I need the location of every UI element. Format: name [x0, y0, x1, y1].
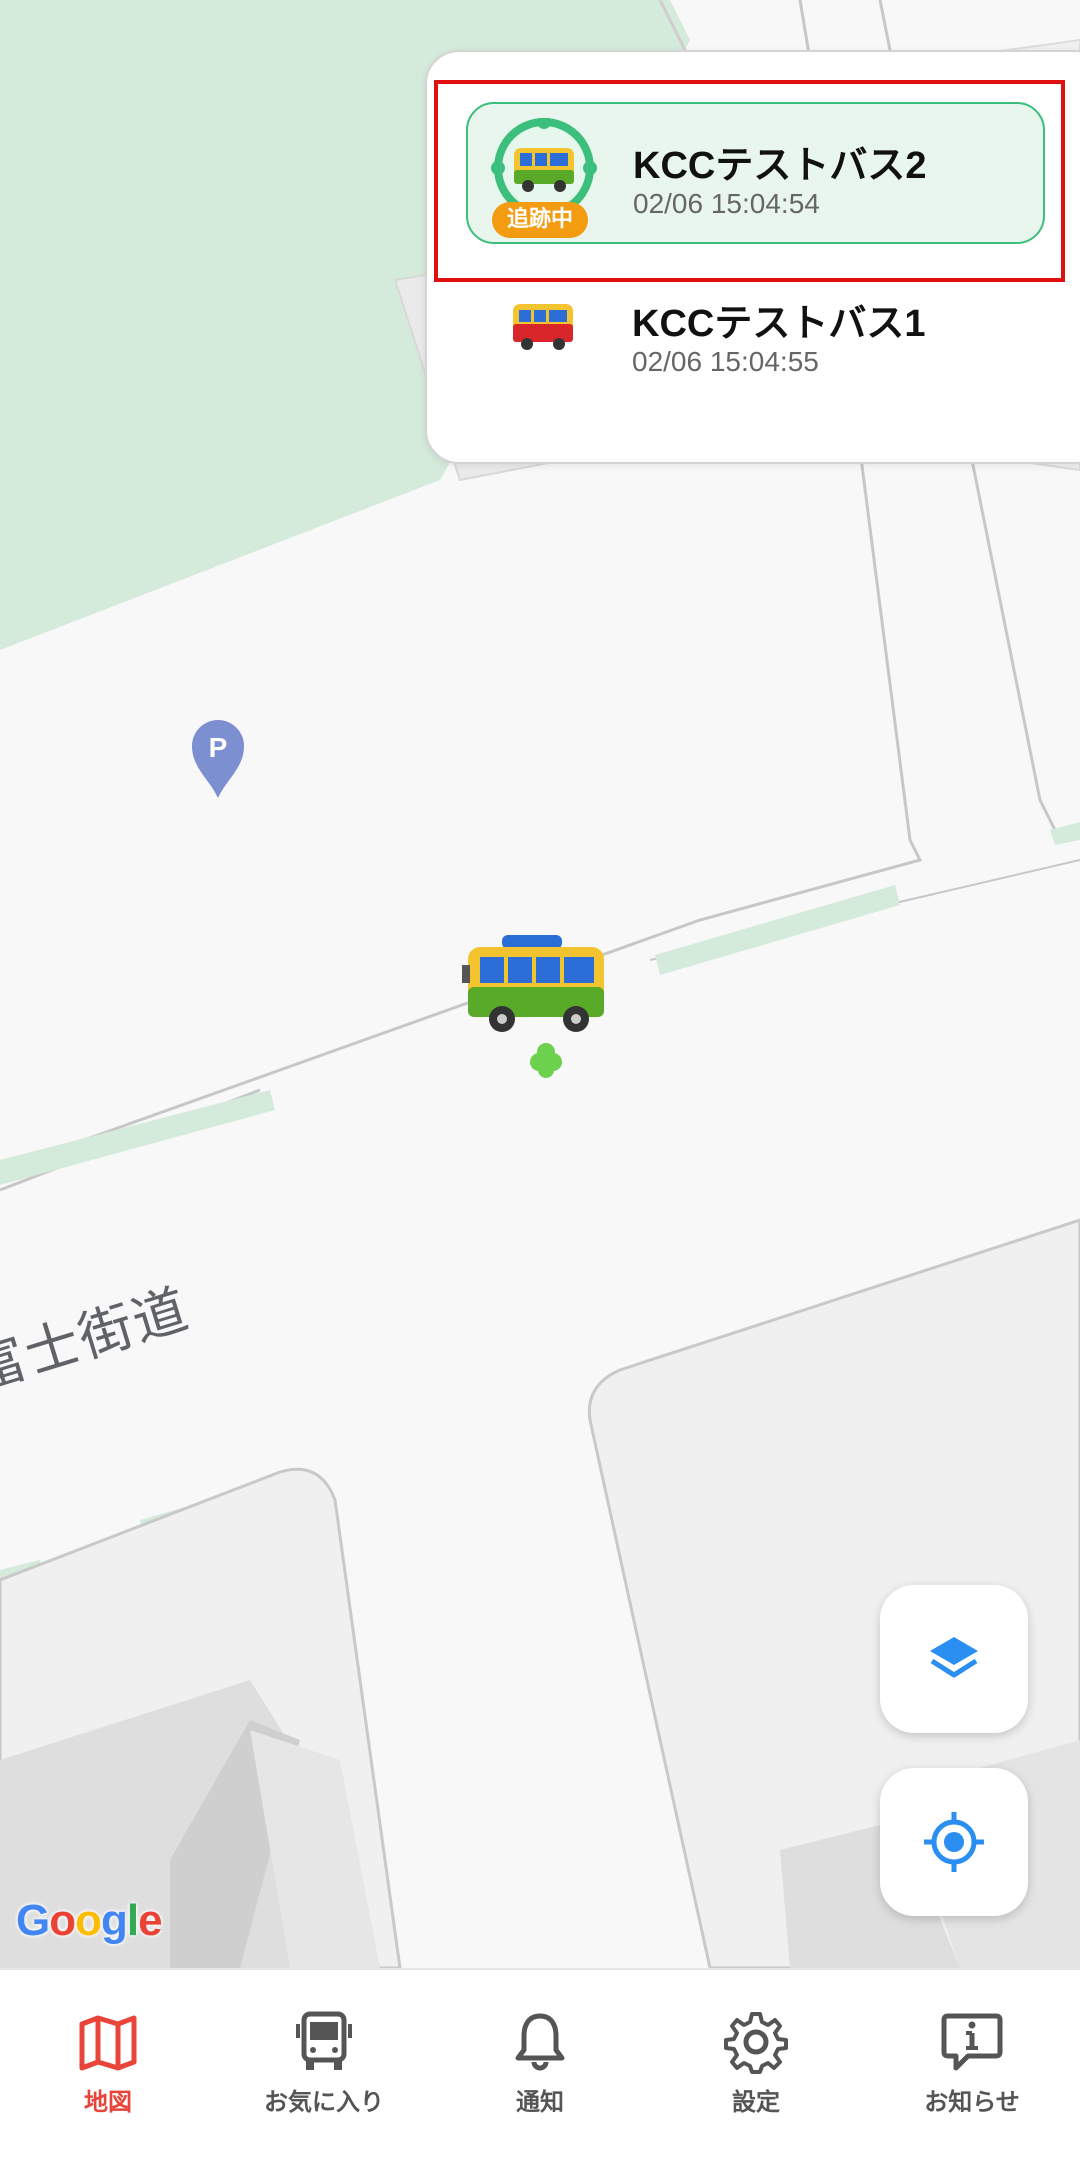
tab-label: 設定: [732, 2088, 780, 2116]
tab-map[interactable]: 地図: [0, 1970, 216, 2177]
bell-icon: [515, 2013, 565, 2071]
tab-label: 通知: [516, 2088, 564, 2116]
tab-settings[interactable]: 設定: [648, 1970, 864, 2177]
parking-pin-letter: P: [209, 732, 228, 763]
google-logo: Google: [16, 1896, 163, 1945]
bus-timestamp: 02/06 15:04:54: [633, 188, 820, 219]
parking-pin-icon[interactable]: P: [190, 718, 246, 800]
tab-label: お知らせ: [924, 2088, 1020, 2116]
trail-dots-icon: [527, 1042, 567, 1078]
map-layers-button[interactable]: [880, 1585, 1028, 1733]
layers-icon: [930, 1637, 978, 1678]
bus-list-panel: 追跡中 KCCテストバス2 02/06 15:04:54 KCCテストバス1 0…: [425, 50, 1080, 464]
my-location-icon: [924, 1812, 984, 1872]
red-bus-icon: [487, 276, 599, 388]
tab-label: お気に入り: [264, 2088, 384, 2116]
bus-front-icon: [296, 2011, 352, 2070]
bus-name: KCCテストバス1: [632, 303, 926, 345]
bus-marker-icon[interactable]: [462, 935, 612, 1035]
bottom-tab-bar: 地図 お気に入り 通知 設定 お知らせ: [0, 1968, 1080, 2177]
tab-notifications[interactable]: 通知: [432, 1970, 648, 2177]
info-bubble-icon: [941, 2013, 1003, 2071]
map-icon: [79, 2015, 137, 2071]
my-location-button[interactable]: [880, 1768, 1028, 1916]
bus-list-item[interactable]: KCCテストバス1 02/06 15:04:55: [467, 262, 1047, 402]
tab-label: 地図: [84, 2088, 132, 2116]
tab-announcements[interactable]: お知らせ: [864, 1970, 1080, 2177]
gear-icon: [724, 2012, 788, 2074]
bus-timestamp: 02/06 15:04:55: [632, 346, 819, 377]
tab-favorites[interactable]: お気に入り: [216, 1970, 432, 2177]
bus-list-item[interactable]: 追跡中 KCCテストバス2 02/06 15:04:54: [466, 102, 1045, 244]
tracking-badge: 追跡中: [492, 202, 588, 238]
bus-name: KCCテストバス2: [633, 145, 927, 187]
